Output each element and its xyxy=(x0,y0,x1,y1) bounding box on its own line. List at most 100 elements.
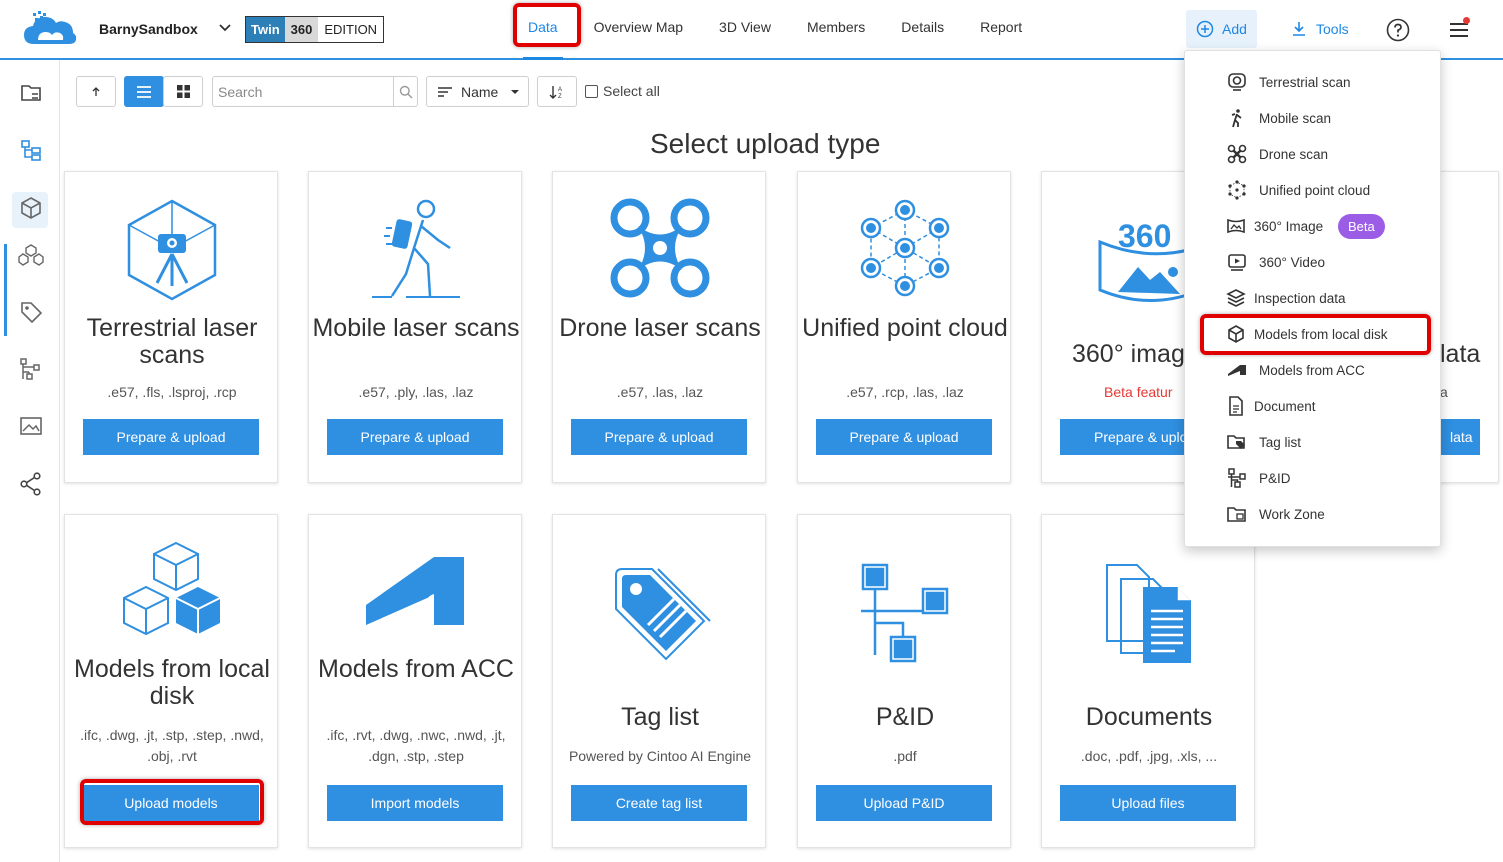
upload-models-button[interactable]: Upload models xyxy=(83,785,259,821)
menu-item-360-image[interactable]: 360° Image Beta xyxy=(1185,208,1442,244)
card-formats: .doc, .pdf, .jpg, .xls, ... xyxy=(1080,748,1218,764)
menu-item-document[interactable]: Document xyxy=(1185,388,1442,424)
tab-members[interactable]: Members xyxy=(789,0,883,58)
card-subtitle: Powered by Cintoo AI Engine xyxy=(568,748,752,764)
select-all-checkbox[interactable]: Select all xyxy=(585,83,660,99)
menu-item-tag-list[interactable]: Tag list xyxy=(1185,424,1442,460)
sort-lines-icon xyxy=(438,86,452,97)
project-name[interactable]: BarnySandbox xyxy=(99,21,198,37)
card-title: Models from ACC xyxy=(318,655,514,683)
grid-view-button[interactable] xyxy=(163,76,203,107)
tag-folder-icon xyxy=(1227,435,1245,449)
menu-item-label: Terrestrial scan xyxy=(1259,74,1351,90)
card-title: Mobile laser scans xyxy=(312,314,520,342)
prepare-upload-button[interactable]: Prepare & upload xyxy=(83,419,259,455)
tag-icon[interactable] xyxy=(18,299,44,325)
caret-down-icon xyxy=(511,89,520,94)
cube-icon[interactable] xyxy=(18,195,44,221)
tools-button[interactable]: Tools xyxy=(1280,10,1359,48)
menu-item-drone-scan[interactable]: Drone scan xyxy=(1185,136,1442,172)
card-formats: .pdf xyxy=(893,748,917,764)
checkbox-box[interactable] xyxy=(585,84,598,98)
card-tag-list: Tag list Powered by Cintoo AI Engine Cre… xyxy=(552,514,766,848)
card-models-local-disk: Models from local disk .ifc, .dwg, .jt, … xyxy=(64,514,278,848)
prepare-upload-button[interactable]: Prepare & upload xyxy=(327,419,503,455)
card-title: Tag list xyxy=(621,703,699,731)
work-zone-icon xyxy=(1227,507,1246,522)
svg-text:Z: Z xyxy=(558,94,562,100)
card-pid: P&ID .pdf Upload P&ID xyxy=(797,514,1011,848)
search-button[interactable] xyxy=(393,77,417,106)
menu-item-inspection-data[interactable]: Inspection data xyxy=(1185,280,1442,316)
menu-item-models-from-acc[interactable]: Models from ACC xyxy=(1185,352,1442,388)
tools-label: Tools xyxy=(1316,21,1349,37)
search-input[interactable] xyxy=(213,77,393,106)
terrestrial-scan-icon xyxy=(1228,73,1246,91)
prepare-upload-button[interactable]: Prepare & upload xyxy=(816,419,992,455)
tab-details[interactable]: Details xyxy=(883,0,962,58)
card-title: Unified point cloud xyxy=(802,314,1008,342)
list-icon xyxy=(137,85,151,98)
tab-report[interactable]: Report xyxy=(962,0,1040,58)
tab-3d-view[interactable]: 3D View xyxy=(701,0,789,58)
documents-illustration xyxy=(1042,563,1254,673)
menu-item-unified-point-cloud[interactable]: Unified point cloud xyxy=(1185,172,1442,208)
diagram-icon xyxy=(1228,468,1246,488)
card-documents: Documents .doc, .pdf, .jpg, .xls, ... Up… xyxy=(1041,514,1255,848)
card-formats: .e57, .ply, .las, .laz xyxy=(358,384,474,400)
tab-overview-map[interactable]: Overview Map xyxy=(576,0,701,58)
cubes-icon[interactable] xyxy=(18,242,44,268)
card-formats: .ifc, .rvt, .dwg, .nwc, .nwd, .jt, .dgn,… xyxy=(326,727,506,764)
menu-item-label: P&ID xyxy=(1259,470,1291,486)
menu-item-label: Inspection data xyxy=(1254,290,1346,306)
drone-illustration xyxy=(553,198,765,308)
menu-item-pid[interactable]: P&ID xyxy=(1185,460,1442,496)
tab-data[interactable]: Data xyxy=(510,0,576,60)
menu-item-label: Drone scan xyxy=(1259,146,1329,162)
menu-item-label: Models from ACC xyxy=(1259,362,1365,378)
left-rail xyxy=(0,60,60,862)
upload-files-button[interactable]: Upload files xyxy=(1060,785,1236,821)
document-icon xyxy=(1229,396,1243,416)
menu-item-models-from-local-disk[interactable]: Models from local disk xyxy=(1185,316,1442,352)
menu-item-terrestrial-scan[interactable]: Terrestrial scan xyxy=(1185,64,1442,100)
notification-dot xyxy=(1463,17,1470,24)
add-button[interactable]: Add xyxy=(1186,10,1257,48)
pid-diagram-icon[interactable] xyxy=(18,356,44,382)
menu-item-work-zone[interactable]: Work Zone xyxy=(1185,496,1442,532)
menu-item-label: Document xyxy=(1254,398,1316,414)
card-title: Models from local disk xyxy=(74,655,270,710)
import-models-button[interactable]: Import models xyxy=(327,785,503,821)
edition-360: 360 xyxy=(284,17,319,42)
cubes-illustration xyxy=(65,539,277,649)
edition-twin: Twin xyxy=(246,17,285,42)
prepare-upload-button[interactable]: Prepare & upload xyxy=(571,419,747,455)
menu-item-mobile-scan[interactable]: Mobile scan xyxy=(1185,100,1442,136)
sort-dropdown[interactable]: Name xyxy=(426,76,529,107)
folder-tree-icon[interactable] xyxy=(18,80,44,106)
chevron-down-icon[interactable] xyxy=(217,19,233,35)
list-view-button[interactable] xyxy=(124,76,164,107)
share-icon[interactable] xyxy=(18,471,44,497)
menu-item-label: Work Zone xyxy=(1259,506,1325,522)
create-tag-list-button[interactable]: Create tag list xyxy=(571,785,747,821)
pid-diagram-illustration xyxy=(798,563,1010,673)
menu-item-360-video[interactable]: 360° Video xyxy=(1185,244,1442,280)
card-terrestrial-laser-scans: Terrestrial laser scans .e57, .fls, .lsp… xyxy=(64,171,278,483)
menu-item-label: Tag list xyxy=(1259,434,1302,450)
menu-item-label: Unified point cloud xyxy=(1259,182,1371,198)
upload-pid-button[interactable]: Upload P&ID xyxy=(816,785,992,821)
sort-direction-button[interactable]: AZ xyxy=(537,76,577,107)
card-title: Drone laser scans xyxy=(559,314,761,342)
help-icon[interactable] xyxy=(1386,18,1410,42)
hierarchy-icon[interactable] xyxy=(18,137,44,163)
upload-up-button[interactable] xyxy=(76,76,116,107)
card-mobile-laser-scans: Mobile laser scans .e57, .ply, .las, .la… xyxy=(308,171,522,483)
cintoo-logo-icon[interactable] xyxy=(22,10,78,50)
image-icon[interactable] xyxy=(18,413,44,439)
beta-badge: Beta xyxy=(1338,214,1385,239)
download-icon xyxy=(1293,22,1305,36)
add-label: Add xyxy=(1222,21,1247,37)
card-formats: .e57, .rcp, .las, .laz xyxy=(846,384,964,400)
rail-active-bar xyxy=(4,244,7,336)
